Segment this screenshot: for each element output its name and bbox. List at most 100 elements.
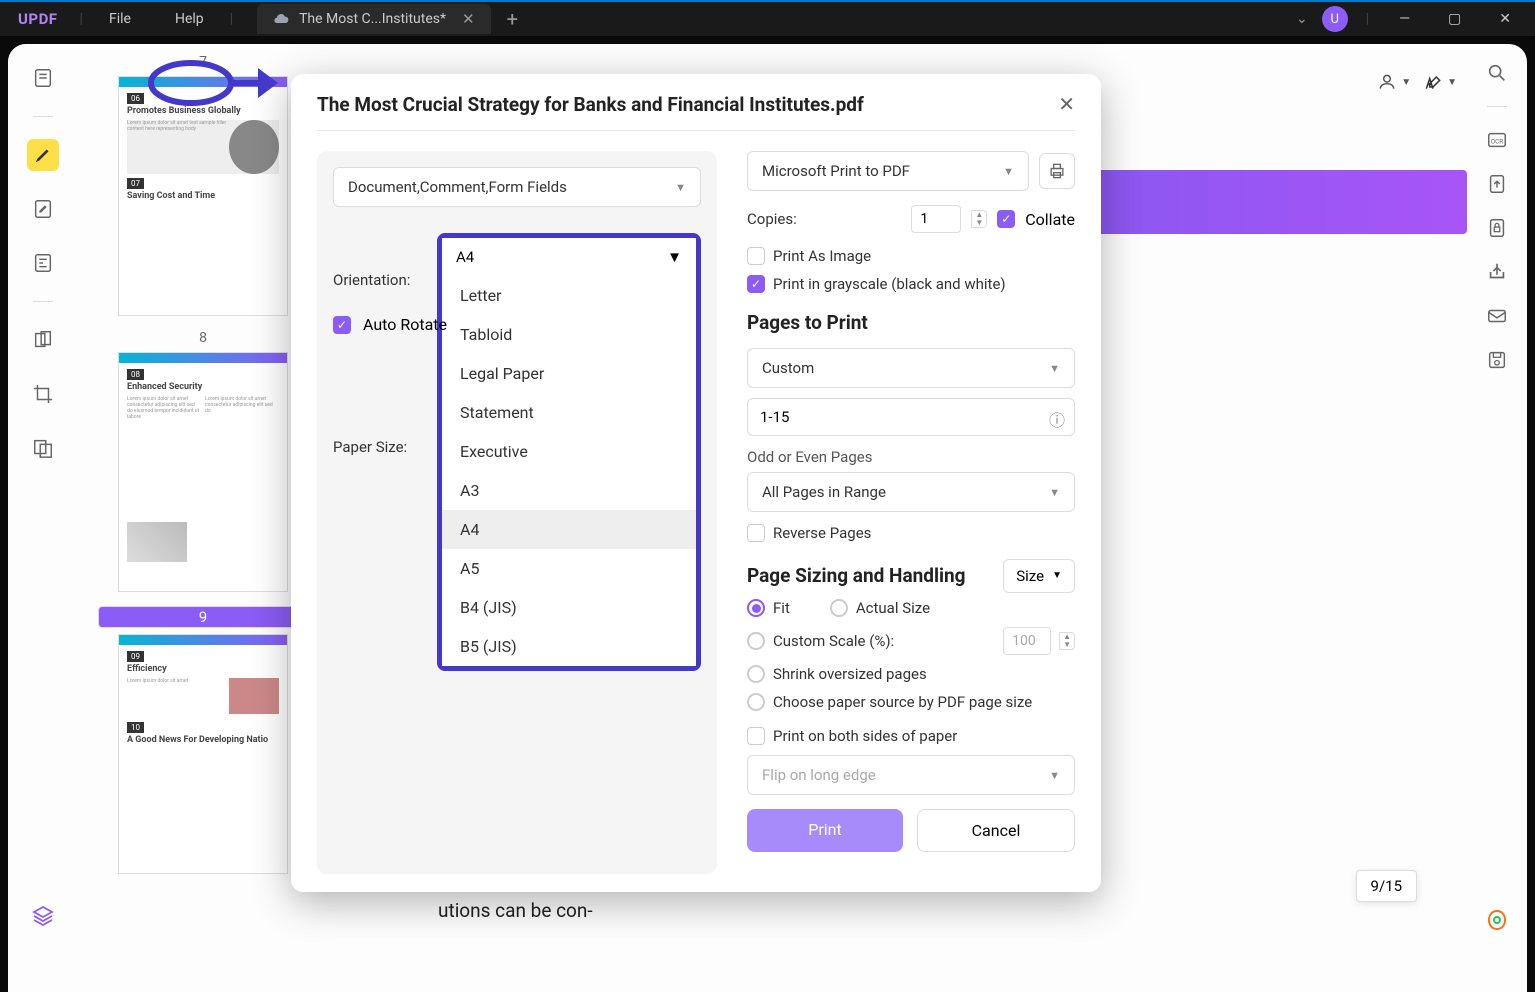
document-tab[interactable]: The Most C...Institutes* ✕ [257, 4, 491, 34]
edit-icon[interactable] [27, 193, 59, 225]
print-as-image-label: Print As Image [773, 247, 871, 265]
paper-option-a4[interactable]: A4 [442, 510, 696, 549]
ocr-icon[interactable]: OCR [1486, 129, 1508, 151]
paper-size-dropdown: Letter Tabloid Legal Paper Statement Exe… [442, 276, 696, 666]
user-avatar[interactable]: U [1322, 6, 1348, 32]
thumbnail-8[interactable]: 8 08Enhanced Security Lorem ipsum dolor … [98, 330, 308, 592]
layers-icon[interactable] [27, 900, 59, 932]
scale-spinner[interactable]: ▲▼ [1059, 632, 1075, 650]
minimize-button[interactable]: — [1387, 11, 1422, 27]
pages-mode-select[interactable]: Custom▼ [747, 348, 1075, 388]
organize-icon[interactable] [27, 324, 59, 356]
orientation-label: Orientation: [333, 271, 425, 289]
printer-properties-icon[interactable] [1039, 153, 1075, 189]
paper-source-radio[interactable] [747, 693, 765, 711]
print-options-panel: Microsoft Print to PDF▼ Copies: ▲▼ ✓ Col… [747, 151, 1075, 874]
paper-size-label: Paper Size: [333, 438, 425, 456]
cancel-button[interactable]: Cancel [917, 809, 1075, 852]
auto-rotate-checkbox[interactable]: ✓ [333, 316, 351, 334]
odd-even-label: Odd or Even Pages [747, 448, 1075, 466]
redact-icon[interactable] [27, 432, 59, 464]
share-icon[interactable] [1486, 261, 1508, 283]
grayscale-label: Print in grayscale (black and white) [773, 275, 1006, 293]
protect-icon[interactable] [1486, 217, 1508, 239]
first-page-button[interactable]: |◀ [418, 824, 433, 842]
duplex-label: Print on both sides of paper [773, 727, 957, 745]
crop-icon[interactable] [27, 378, 59, 410]
duplex-checkbox[interactable] [747, 727, 765, 745]
info-icon[interactable]: ⓘ [1049, 407, 1065, 431]
paper-option-executive[interactable]: Executive [442, 432, 696, 471]
sizing-title: Page Sizing and Handling [747, 564, 966, 587]
print-dialog: The Most Crucial Strategy for Banks and … [291, 74, 1101, 892]
fit-radio[interactable] [747, 599, 765, 617]
copies-label: Copies: [747, 210, 901, 228]
search-icon[interactable] [1486, 62, 1508, 84]
convert-icon[interactable] [1486, 173, 1508, 195]
dialog-title: The Most Crucial Strategy for Banks and … [317, 93, 864, 116]
paper-option-legal[interactable]: Legal Paper [442, 354, 696, 393]
page-indicator: 9/15 [1356, 870, 1417, 902]
main-area: OCR ▼ ▼ 7 06Promotes Business Globally L… [8, 44, 1527, 992]
collate-label: Collate [1025, 210, 1075, 229]
content-select[interactable]: Document,Comment,Form Fields▼ [333, 167, 701, 207]
signature-dropdown[interactable]: ▼ [1423, 72, 1457, 92]
paper-option-a5[interactable]: A5 [442, 549, 696, 588]
paper-option-b4[interactable]: B4 (JIS) [442, 588, 696, 627]
size-mode-select[interactable]: Size▼ [1003, 559, 1075, 593]
app-logo: UPDF [0, 10, 76, 28]
collate-checkbox[interactable]: ✓ [997, 210, 1015, 228]
copies-input[interactable] [911, 205, 961, 233]
tab-title: The Most C...Institutes* [299, 11, 446, 27]
reader-icon[interactable] [27, 62, 59, 94]
close-button[interactable]: ✕ [1487, 11, 1523, 27]
paper-size-highlight: A4 ▼ Letter Tabloid Legal Paper Statement… [437, 233, 701, 671]
new-tab-button[interactable]: + [507, 7, 518, 31]
shrink-radio[interactable] [747, 665, 765, 683]
left-toolbar [8, 44, 78, 992]
printer-select[interactable]: Microsoft Print to PDF▼ [747, 151, 1029, 191]
odd-even-select[interactable]: All Pages in Range▼ [747, 472, 1075, 512]
last-page-button[interactable]: ▶| [601, 824, 616, 842]
paper-option-b5[interactable]: B5 (JIS) [442, 627, 696, 666]
email-icon[interactable] [1486, 305, 1508, 327]
dialog-close-icon[interactable]: ✕ [1058, 92, 1075, 116]
right-toolbar: OCR [1467, 44, 1527, 992]
menu-help[interactable]: Help [153, 11, 226, 27]
paper-option-tabloid[interactable]: Tabloid [442, 315, 696, 354]
title-bar: UPDF | File Help | The Most C...Institut… [0, 0, 1535, 36]
form-icon[interactable] [27, 247, 59, 279]
actual-size-label: Actual Size [856, 599, 930, 617]
grayscale-checkbox[interactable]: ✓ [747, 275, 765, 293]
chevron-down-icon: ▼ [667, 248, 682, 266]
custom-scale-label: Custom Scale (%): [773, 632, 894, 650]
actual-size-radio[interactable] [830, 599, 848, 617]
svg-text:OCR: OCR [1491, 138, 1504, 146]
next-page-button[interactable]: ▶▶ [560, 824, 583, 842]
thumbnail-9[interactable]: 9 09Efficiency Lorem ipsum dolor sit ame… [98, 606, 308, 874]
maximize-button[interactable]: ▢ [1436, 11, 1473, 27]
custom-scale-radio[interactable] [747, 632, 765, 650]
print-as-image-checkbox[interactable] [747, 247, 765, 265]
page-range-input[interactable] [747, 398, 1075, 436]
copies-spinner[interactable]: ▲▼ [971, 210, 987, 228]
reverse-pages-label: Reverse Pages [773, 524, 871, 542]
paper-option-statement[interactable]: Statement [442, 393, 696, 432]
cloud-icon [273, 11, 289, 27]
prev-page-button[interactable]: ◀◀ [451, 824, 474, 842]
user-dropdown[interactable]: ▼ [1377, 72, 1411, 92]
flip-select[interactable]: Flip on long edge▼ [747, 755, 1075, 795]
print-button[interactable]: Print [747, 809, 903, 852]
scale-input[interactable] [1003, 627, 1051, 655]
tab-close-icon[interactable]: ✕ [462, 10, 475, 28]
print-preview-panel: Document,Comment,Form Fields▼ Paper Size… [317, 151, 717, 874]
reverse-pages-checkbox[interactable] [747, 524, 765, 542]
highlighter-icon[interactable] [27, 139, 59, 171]
updf-logo-icon[interactable] [1485, 908, 1509, 932]
menu-file[interactable]: File [87, 11, 153, 27]
save-icon[interactable] [1486, 349, 1508, 371]
chevron-down-icon[interactable]: ⌄ [1296, 11, 1308, 27]
pages-to-print-title: Pages to Print [747, 311, 1075, 334]
paper-option-a3[interactable]: A3 [442, 471, 696, 510]
preview-pagination: |◀ ◀◀ 1 / 15 ▶▶ ▶| [343, 809, 691, 848]
